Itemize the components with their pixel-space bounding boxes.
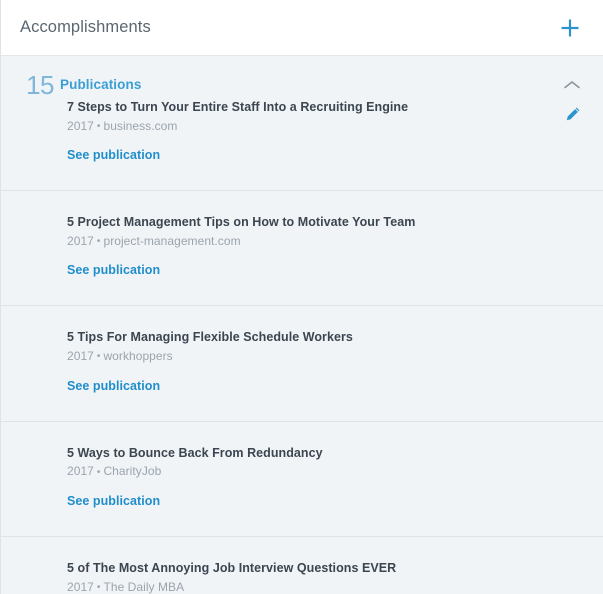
- list-item: 5 Tips For Managing Flexible Schedule Wo…: [1, 305, 603, 398]
- publication-source: The Daily MBA: [103, 579, 185, 594]
- publications-section-header: 15 Publications: [1, 56, 603, 98]
- publication-title: 5 Ways to Bounce Back From Redundancy: [67, 445, 323, 460]
- publication-year: 2017: [67, 233, 94, 248]
- list-item: 7 Steps to Turn Your Entire Staff Into a…: [1, 94, 603, 168]
- see-publication-link[interactable]: See publication: [67, 263, 160, 277]
- see-publication-link[interactable]: See publication: [67, 148, 160, 162]
- publication-entry: 5 Ways to Bounce Back From Redundancy 20…: [67, 422, 603, 514]
- list-item: 5 Project Management Tips on How to Moti…: [1, 190, 603, 283]
- publication-year: 2017: [67, 464, 94, 479]
- accomplishments-card: Accomplishments 15 Publications 7 Steps …: [0, 0, 603, 594]
- publication-meta: 2017 • The Daily MBA: [67, 580, 603, 594]
- page-title: Accomplishments: [20, 18, 151, 36]
- publication-entry: 5 Project Management Tips on How to Moti…: [67, 191, 603, 283]
- edit-publication-button[interactable]: [561, 102, 585, 126]
- see-publication-link[interactable]: See publication: [67, 494, 160, 508]
- chevron-up-icon: [563, 79, 581, 91]
- publication-title: 5 of The Most Annoying Job Interview Que…: [67, 560, 397, 575]
- list-item: 5 of The Most Annoying Job Interview Que…: [1, 535, 603, 594]
- publication-list: 7 Steps to Turn Your Entire Staff Into a…: [1, 94, 603, 594]
- publication-year: 2017: [67, 118, 94, 133]
- publication-title: 5 Project Management Tips on How to Moti…: [67, 215, 416, 230]
- header-actions: [555, 13, 585, 43]
- publication-source: business.com: [103, 118, 178, 133]
- plus-icon: [559, 17, 581, 39]
- publication-meta: 2017 • CharityJob: [67, 464, 603, 480]
- publication-entry: 5 Tips For Managing Flexible Schedule Wo…: [67, 306, 603, 398]
- publication-title: 7 Steps to Turn Your Entire Staff Into a…: [67, 100, 409, 114]
- publication-year: 2017: [67, 349, 94, 364]
- publications-section: 15 Publications 7 Steps to Turn Your Ent…: [1, 56, 603, 594]
- see-publication-link[interactable]: See publication: [67, 379, 160, 393]
- publication-meta: 2017 • business.com: [67, 119, 603, 135]
- publication-year: 2017: [67, 579, 94, 594]
- publication-entry: 7 Steps to Turn Your Entire Staff Into a…: [67, 94, 603, 168]
- publication-meta: 2017 • project-management.com: [67, 234, 603, 250]
- add-accomplishment-button[interactable]: [555, 13, 585, 43]
- publication-source: workhoppers: [103, 349, 173, 364]
- list-item: 5 Ways to Bounce Back From Redundancy 20…: [1, 420, 603, 514]
- publications-section-title: Publications: [60, 77, 142, 92]
- card-header: Accomplishments: [1, 0, 603, 56]
- publication-source: CharityJob: [103, 464, 162, 479]
- publication-meta: 2017 • workhoppers: [67, 349, 603, 365]
- pencil-icon: [565, 106, 581, 122]
- publication-source: project-management.com: [103, 233, 241, 248]
- publication-entry: 5 of The Most Annoying Job Interview Que…: [67, 537, 603, 594]
- publication-title: 5 Tips For Managing Flexible Schedule Wo…: [67, 330, 353, 345]
